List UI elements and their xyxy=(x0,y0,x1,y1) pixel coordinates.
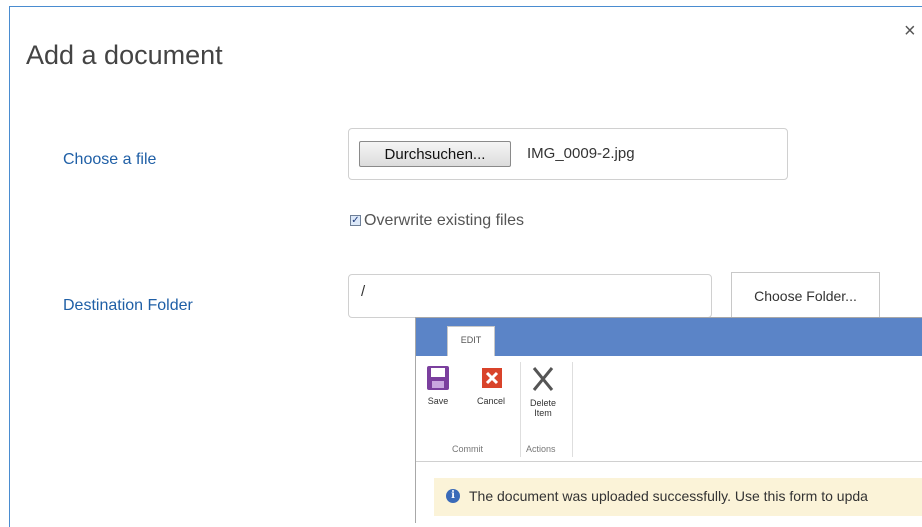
save-label: Save xyxy=(427,396,449,406)
delete-label: Delete Item xyxy=(529,398,556,418)
info-icon: i xyxy=(446,489,460,503)
commit-group-label: Commit xyxy=(452,444,483,454)
ribbon-body: Save Cancel Delete Item Commit Actions xyxy=(416,356,922,462)
cancel-ribbon-button[interactable]: Cancel xyxy=(472,364,510,406)
group-separator xyxy=(572,362,573,457)
group-separator xyxy=(520,362,521,457)
choose-file-label: Choose a file xyxy=(63,151,157,168)
selected-file-name: IMG_0009-2.jpg xyxy=(527,145,635,162)
cancel-label: Cancel xyxy=(476,396,505,406)
ribbon-bar: EDIT xyxy=(416,318,922,357)
dialog-title: Add a document xyxy=(26,40,223,70)
status-message: The document was uploaded successfully. … xyxy=(469,488,868,504)
actions-group-label: Actions xyxy=(526,444,556,454)
choose-folder-button[interactable]: Choose Folder... xyxy=(731,272,880,320)
browse-button[interactable]: Durchsuchen... xyxy=(359,141,511,167)
delete-icon xyxy=(532,367,554,391)
upload-status-banner: i The document was uploaded successfully… xyxy=(434,478,922,516)
save-ribbon-button[interactable]: Save xyxy=(422,364,454,406)
close-icon[interactable]: × xyxy=(904,21,916,41)
delete-item-ribbon-button[interactable]: Delete Item xyxy=(526,364,560,418)
save-icon xyxy=(427,366,449,390)
destination-folder-input[interactable]: / xyxy=(348,274,712,318)
tab-edit[interactable]: EDIT xyxy=(447,326,495,357)
cancel-icon xyxy=(482,368,502,388)
overwrite-checkbox[interactable]: ✓ xyxy=(350,215,361,226)
edit-form-screenshot: EDIT Save Cancel Delete Item Commit Acti… xyxy=(415,317,922,523)
destination-folder-label: Destination Folder xyxy=(63,297,193,314)
overwrite-label[interactable]: Overwrite existing files xyxy=(364,212,524,230)
file-picker[interactable]: Durchsuchen... IMG_0009-2.jpg xyxy=(348,128,788,180)
